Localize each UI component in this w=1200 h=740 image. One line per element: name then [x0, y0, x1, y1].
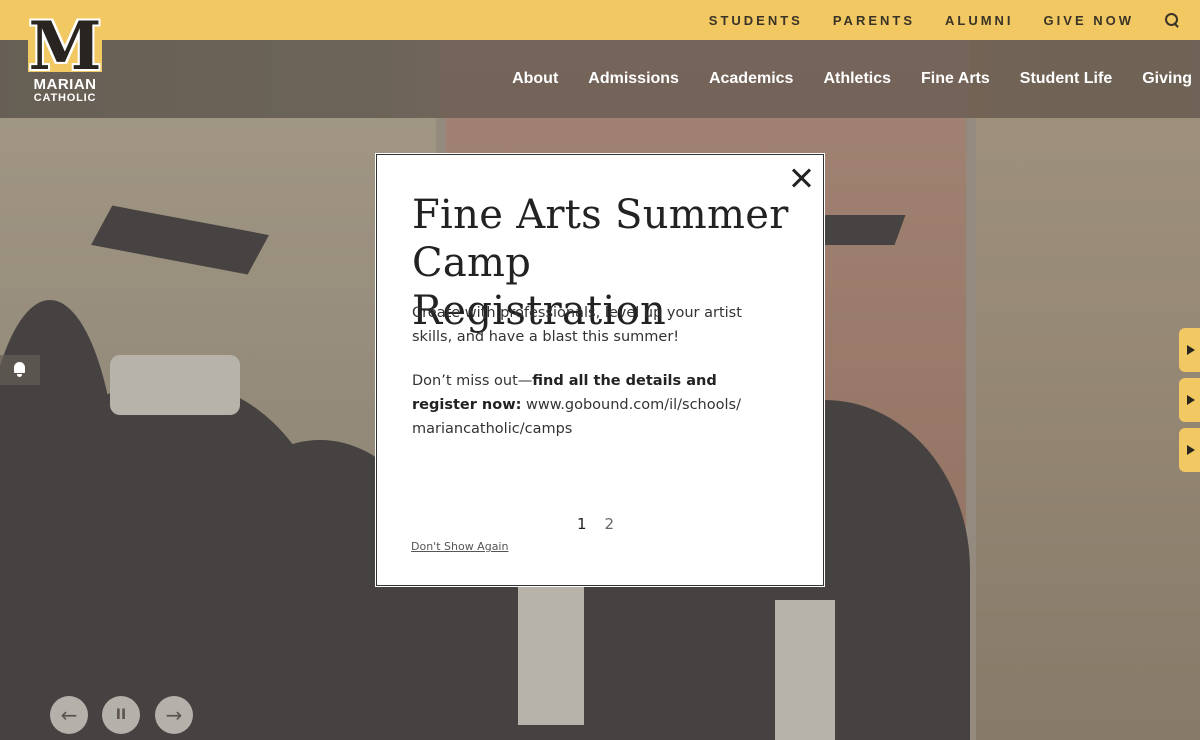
- modal-paragraph-2-lead: Don’t miss out—: [412, 373, 533, 389]
- search-icon[interactable]: [1164, 12, 1180, 28]
- promo-modal: Fine Arts Summer Camp Registration Creat…: [376, 154, 824, 586]
- nav-student-life[interactable]: Student Life: [1020, 70, 1112, 88]
- utility-link-alumni[interactable]: ALUMNI: [945, 13, 1014, 28]
- logo-name-line2: CATHOLIC: [33, 92, 97, 104]
- logo-letter: M: [28, 7, 102, 85]
- modal-pager: 1 2: [577, 515, 614, 533]
- slider-next-button[interactable]: →: [155, 696, 193, 734]
- close-icon[interactable]: [789, 165, 815, 191]
- utility-link-give-now[interactable]: GIVE NOW: [1044, 13, 1134, 28]
- utility-links: STUDENTS PARENTS ALUMNI GIVE NOW: [709, 0, 1180, 40]
- modal-paragraph-2: Don’t miss out—find all the details and …: [412, 369, 782, 441]
- logo-name-line1: MARIAN: [33, 76, 97, 93]
- utility-link-students[interactable]: STUDENTS: [709, 13, 803, 28]
- slider-prev-button[interactable]: ←: [50, 696, 88, 734]
- site-logo[interactable]: M MARIAN CATHOLIC: [22, 7, 108, 104]
- nav-fine-arts[interactable]: Fine Arts: [921, 70, 990, 88]
- play-icon: [1187, 445, 1195, 455]
- side-tab-3[interactable]: [1179, 428, 1200, 472]
- modal-page-2[interactable]: 2: [605, 515, 615, 533]
- nav-about[interactable]: About: [512, 70, 558, 88]
- nav-academics[interactable]: Academics: [709, 70, 794, 88]
- utility-bar: STUDENTS PARENTS ALUMNI GIVE NOW: [0, 0, 1200, 40]
- nav-admissions[interactable]: Admissions: [588, 70, 679, 88]
- side-tab-2[interactable]: [1179, 378, 1200, 422]
- modal-paragraph-1: Create with professionals, level up your…: [412, 305, 742, 345]
- modal-page-1[interactable]: 1: [577, 515, 587, 533]
- play-icon: [1187, 395, 1195, 405]
- alerts-button[interactable]: [0, 355, 40, 385]
- nav-giving[interactable]: Giving: [1142, 70, 1192, 88]
- dont-show-again-link[interactable]: Don't Show Again: [411, 540, 508, 553]
- play-icon: [1187, 345, 1195, 355]
- bell-icon: [13, 362, 26, 377]
- main-nav: About Admissions Academics Athletics Fin…: [0, 40, 1200, 118]
- side-tab-1[interactable]: [1179, 328, 1200, 372]
- utility-link-parents[interactable]: PARENTS: [833, 13, 915, 28]
- slider-pause-button[interactable]: II: [102, 696, 140, 734]
- main-nav-links: About Admissions Academics Athletics Fin…: [512, 40, 1192, 118]
- nav-athletics[interactable]: Athletics: [823, 70, 891, 88]
